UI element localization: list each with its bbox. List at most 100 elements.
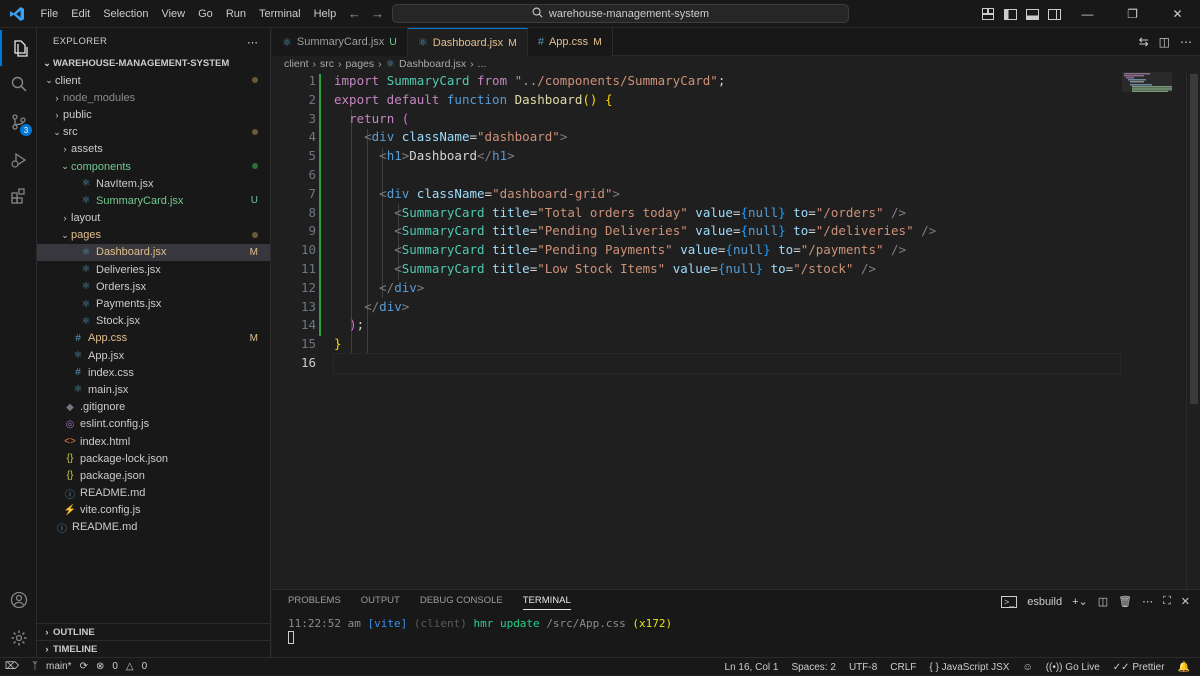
toggle-panel-icon[interactable] — [1021, 0, 1043, 28]
menu-go[interactable]: Go — [192, 0, 220, 28]
source-control-icon[interactable]: 3 — [0, 104, 37, 140]
breadcrumb-client[interactable]: client — [284, 58, 309, 70]
menu-selection[interactable]: Selection — [97, 0, 155, 28]
tab-app-css[interactable]: # App.css M — [527, 28, 613, 56]
scrollbar-thumb[interactable] — [1190, 74, 1198, 404]
new-terminal-icon[interactable]: +⌄ — [1072, 595, 1088, 608]
tree-item[interactable]: ⚛ Stock.jsx — [37, 313, 270, 330]
sync-icon[interactable]: ⟳ — [80, 661, 88, 672]
toggle-primary-sidebar-icon[interactable] — [999, 0, 1021, 28]
notifications-bell-icon[interactable]: 🔔 — [1178, 662, 1190, 673]
tree-item[interactable]: › layout — [37, 210, 270, 227]
tab-dashboard[interactable]: ⚛ Dashboard.jsx M — [407, 28, 528, 56]
tree-item[interactable]: ⓘ README.md — [37, 485, 270, 502]
outline-section[interactable]: › OUTLINE — [37, 623, 271, 640]
terminal-shell-name[interactable]: esbuild — [1027, 596, 1062, 608]
code-editor[interactable]: 1 2 3 4 5 6 7 8 9 10 11 12 13 14 15 16 import SummaryCa… — [272, 72, 1200, 589]
breadcrumb-src[interactable]: src — [320, 58, 334, 70]
tree-item[interactable]: ⚛ Dashboard.jsx M — [37, 243, 270, 262]
tab-output[interactable]: OUTPUT — [361, 595, 400, 610]
cursor-position[interactable]: Ln 16, Col 1 — [725, 662, 779, 673]
remote-icon[interactable]: ⌦ — [0, 658, 24, 676]
tree-item[interactable]: › public — [37, 106, 270, 123]
code-token: > — [401, 298, 410, 314]
tree-item[interactable]: ⚛ Deliveries.jsx — [37, 261, 270, 278]
warning-count[interactable]: 0 — [142, 661, 148, 672]
forward-arrow-icon[interactable]: → — [371, 6, 384, 21]
gear-icon[interactable] — [0, 620, 37, 656]
tree-item[interactable]: ⌄ client — [37, 72, 270, 89]
line-ending[interactable]: CRLF — [890, 662, 916, 673]
breadcrumb-pages[interactable]: pages — [346, 58, 375, 70]
menu-run[interactable]: Run — [219, 0, 252, 28]
tree-item[interactable]: ⚛ main.jsx — [37, 381, 270, 398]
menu-terminal[interactable]: Terminal — [253, 0, 308, 28]
tree-item[interactable]: ⌄ src — [37, 124, 270, 141]
accounts-icon[interactable] — [0, 582, 37, 618]
customize-layout-icon[interactable] — [977, 0, 999, 28]
tree-item[interactable]: › node_modules — [37, 89, 270, 106]
copilot-icon[interactable]: ☺ — [1022, 662, 1032, 673]
menu-file[interactable]: File — [34, 0, 65, 28]
encoding[interactable]: UTF-8 — [849, 662, 877, 673]
tree-item[interactable]: <> index.html — [37, 433, 270, 450]
tree-item[interactable]: # index.css — [37, 364, 270, 381]
more-actions-icon[interactable]: ⋯ — [247, 36, 258, 49]
explorer-files-icon[interactable] — [0, 30, 37, 66]
tree-item[interactable]: ⚛ SummaryCard.jsx U — [37, 192, 270, 209]
restore-icon[interactable]: ❐ — [1110, 0, 1155, 28]
tree-item[interactable]: ◆ .gitignore — [37, 399, 270, 416]
tab-debug-console[interactable]: DEBUG CONSOLE — [420, 595, 503, 610]
minimize-icon[interactable]: — — [1065, 0, 1110, 28]
trash-icon[interactable]: 🗑 — [1118, 595, 1132, 608]
run-debug-icon[interactable] — [0, 142, 37, 178]
error-count[interactable]: 0 — [112, 661, 118, 672]
maximize-panel-icon[interactable]: ⛶ — [1163, 595, 1171, 608]
breadcrumb-symbol[interactable]: ... — [478, 58, 487, 70]
tree-item[interactable]: ◎ eslint.config.js — [37, 416, 270, 433]
tree-item[interactable]: › assets — [37, 141, 270, 158]
back-arrow-icon[interactable]: ← — [348, 6, 361, 21]
tree-item[interactable]: ⓘ README.md — [37, 519, 270, 536]
menu-view[interactable]: View — [155, 0, 192, 28]
tree-item[interactable]: ⚛ Payments.jsx — [37, 295, 270, 312]
go-live-button[interactable]: ((•)) Go Live — [1046, 662, 1100, 673]
tree-item[interactable]: # App.css M — [37, 330, 270, 347]
close-icon[interactable]: ✕ — [1181, 595, 1190, 608]
indentation[interactable]: Spaces: 2 — [791, 662, 835, 673]
tree-item[interactable]: ⌄ components — [37, 158, 270, 175]
split-terminal-icon[interactable]: ◫ — [1098, 595, 1108, 608]
tree-item[interactable]: {} package-lock.json — [37, 450, 270, 467]
tab-problems[interactable]: PROBLEMS — [288, 595, 341, 610]
minimap[interactable] — [1120, 72, 1184, 589]
tree-item[interactable]: ⚛ NavItem.jsx — [37, 175, 270, 192]
tree-item[interactable]: ⚛ Orders.jsx — [37, 278, 270, 295]
tab-summarycard[interactable]: ⚛ SummaryCard.jsx U — [272, 28, 408, 56]
close-icon[interactable]: ✕ — [1155, 0, 1200, 28]
compare-changes-icon[interactable]: ⇆ — [1139, 35, 1149, 49]
timeline-section[interactable]: › TIMELINE — [37, 640, 271, 657]
search-icon[interactable] — [0, 66, 37, 102]
extensions-icon[interactable] — [0, 178, 37, 214]
toggle-secondary-sidebar-icon[interactable] — [1043, 0, 1065, 28]
tree-item[interactable]: {} package.json — [37, 467, 270, 484]
tree-item[interactable]: ⚛ App.jsx — [37, 347, 270, 364]
tree-item[interactable]: ⚡ vite.config.js — [37, 502, 270, 519]
command-center-search[interactable]: warehouse-management-system — [392, 4, 849, 23]
prettier-button[interactable]: ✓✓ Prettier — [1113, 662, 1165, 673]
more-actions-icon[interactable]: ⋯ — [1142, 595, 1153, 608]
split-editor-icon[interactable]: ◫ — [1159, 35, 1170, 49]
more-actions-icon[interactable]: ⋯ — [1180, 35, 1192, 49]
tree-item[interactable]: ⌄ pages — [37, 227, 270, 244]
workspace-root[interactable]: ⌄ WAREHOUSE-MANAGEMENT-SYSTEM — [37, 55, 270, 72]
git-branch[interactable]: main* — [46, 661, 72, 672]
tab-terminal[interactable]: TERMINAL — [522, 595, 571, 610]
language-mode[interactable]: { } JavaScript JSX — [929, 662, 1009, 673]
menu-help[interactable]: Help — [307, 0, 343, 28]
editor-scrollbar[interactable] — [1186, 72, 1200, 589]
code-token: "../components/SummaryCard" — [514, 73, 718, 88]
title-bar: File Edit Selection View Go Run Terminal… — [0, 0, 1200, 28]
menu-edit[interactable]: Edit — [65, 0, 97, 28]
breadcrumb-file[interactable]: Dashboard.jsx — [399, 58, 466, 70]
